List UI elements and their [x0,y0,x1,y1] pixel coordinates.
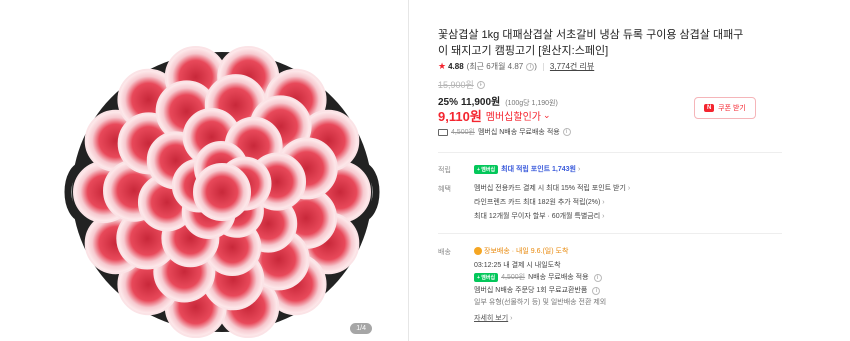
benefit-card[interactable]: 멤버십 전용카드 결제 시 최대 15% 적립 포인트 받기 › [474,183,630,193]
delivery-fee-original: 4,500원 [501,274,526,281]
benefit-line-card[interactable]: 라인프렌즈 카드 최대 182원 추가 적립(2%) › [474,197,605,207]
chevron-right-icon: › [510,315,513,322]
info-icon[interactable]: i [562,128,571,136]
chevron-right-icon: › [577,166,581,173]
benefit-installment-text: 최대 12개월 무이자 할부 · 60개월 특별금리 [474,213,601,220]
info-icon[interactable]: i [593,274,602,282]
truck-icon [438,128,448,136]
delivery-more-text: 자세히 보기 [474,315,509,322]
meat-slice [193,163,251,221]
delivery-label: 배송 [438,249,451,256]
delivery-fee-text: N배송 무료배송 적용 [528,274,589,281]
delivery-cutoff: 03:12:25 내 결제 시 내일도착 [474,262,561,269]
rating-recent: (최근 6개월 4.87 [466,62,524,71]
column-divider [408,0,409,341]
product-title: 꽃삼겹살 1kg 대패삼겹살 서초갈비 냉삼 듀록 구이용 삼겹살 대패구이 돼… [438,29,744,57]
market-delivery-icon [474,247,482,256]
shipping-summary: 4,500원 멤버십 N배송 무료배송 적용 i [438,127,571,137]
membership-badge: + 멤버십 [474,272,499,282]
delivery-arrival-text: 장보배송 · 내일 9.6.(일) 도착 [484,248,569,255]
delivery-exclusion: 일부 유형(선물하기 등) 및 일반배송 전환 제외 [474,299,607,306]
section-divider [438,152,782,153]
shipping-fee-original: 4,500원 [451,129,475,136]
original-price-row: 15,900원 i [438,78,485,91]
review-count-link[interactable]: 3,774건 리뷰 [550,61,594,72]
info-icon[interactable]: i [592,287,601,295]
chevron-right-icon: › [602,199,605,206]
membership-badge: + 멤버십 [474,164,499,174]
product-image [64,45,380,339]
member-price: 9,110원 [438,109,482,124]
delivery-exchange-text: 멤버십 N배송 주문당 1회 무료교환반품 [474,287,588,294]
delivery-fee-row: + 멤버십 4,500원 N배송 무료배송 적용 i [474,272,602,282]
member-price-row[interactable]: 9,110원 멤버십할인가 ⌄ [438,106,551,125]
rating-row: ★ 4.88 (최근 6개월 4.87 i) 3,774건 리뷰 [438,61,594,72]
chevron-right-icon: › [602,213,605,220]
rating-recent-close: ) [534,62,537,71]
points-text: 최대 적립 포인트 1,743원 [501,166,576,173]
benefit-card-text: 멤버십 전용카드 결제 시 최대 15% 적립 포인트 받기 [474,185,626,192]
original-price: 15,900원 [438,80,474,90]
product-image-gallery[interactable]: 1/4 [62,26,380,340]
delivery-more-link[interactable]: 자세히 보기 › [474,313,512,323]
section-divider [438,233,782,234]
chevron-down-icon: ⌄ [542,110,551,120]
divider [542,62,544,71]
coupon-icon: N [704,104,715,112]
star-icon: ★ [438,61,447,71]
rating-score: 4.88 [448,62,464,71]
delivery-arrival: 장보배송 · 내일 9.6.(일) 도착 [474,246,568,256]
delivery-exchange: 멤버십 N배송 주문당 1회 무료교환반품 i [474,285,601,295]
benefits-label: 혜택 [438,186,451,193]
member-price-label: 멤버십할인가 [485,112,541,123]
gallery-pager: 1/4 [350,323,372,334]
info-icon[interactable]: i [526,62,535,71]
shipping-summary-text: 멤버십 N배송 무료배송 적용 [477,129,560,136]
chevron-right-icon: › [627,185,631,192]
info-icon[interactable]: i [476,80,485,89]
coupon-button[interactable]: N 쿠폰 받기 [694,97,756,119]
benefit-line-card-text: 라인프렌즈 카드 최대 182원 추가 적립(2%) [474,199,601,206]
benefit-installment[interactable]: 최대 12개월 무이자 할부 · 60개월 특별금리 › [474,211,604,221]
points-row[interactable]: + 멤버십 최대 적립 포인트 1,743원 › [474,164,580,174]
coupon-label: 쿠폰 받기 [718,105,746,112]
points-label: 적립 [438,167,451,174]
